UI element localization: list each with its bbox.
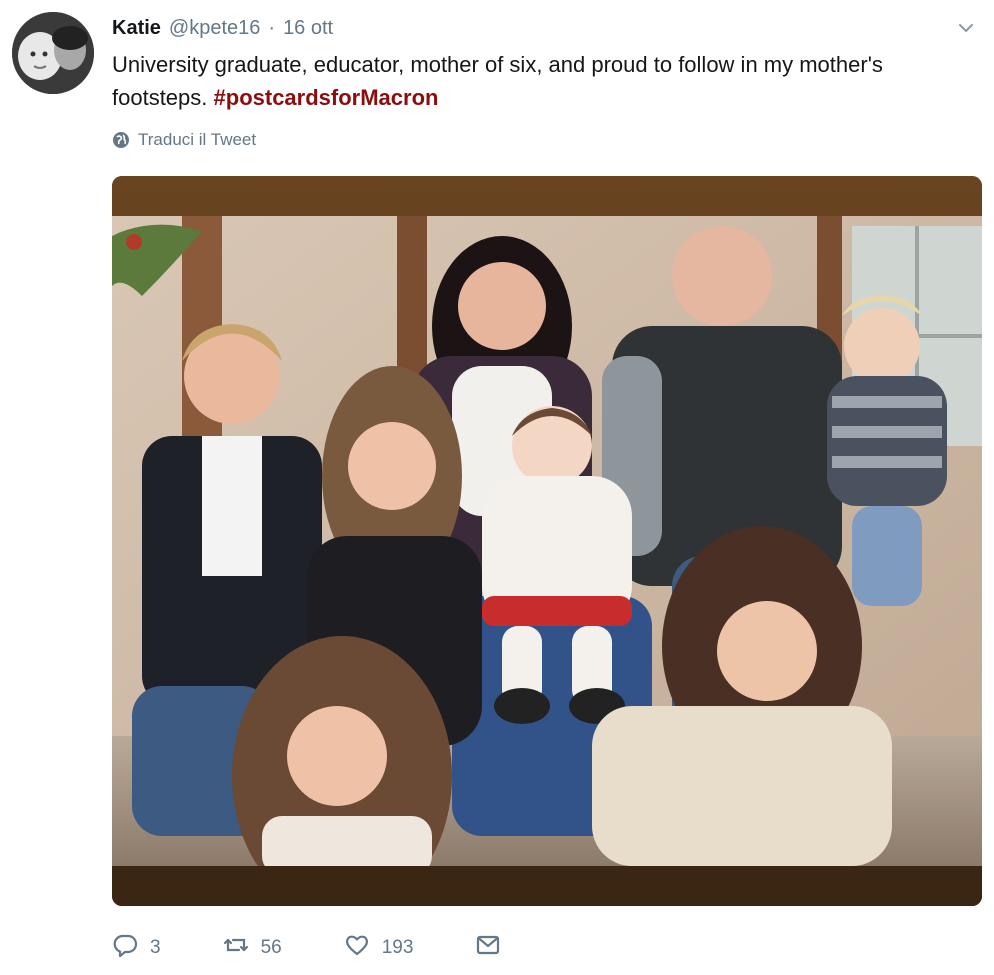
like-button[interactable]: 193	[344, 932, 414, 964]
author-name[interactable]: Katie	[112, 17, 161, 40]
tweet-header: Katie @kpete16 · 16 ott	[112, 14, 974, 42]
reply-count: 3	[150, 937, 161, 958]
retweet-icon	[223, 932, 249, 964]
author-handle[interactable]: @kpete16	[169, 17, 260, 40]
envelope-icon	[475, 932, 501, 964]
chevron-down-icon[interactable]	[956, 18, 976, 38]
separator: ·	[268, 16, 276, 39]
reply-icon	[112, 932, 138, 964]
translate-label: Traduci il Tweet	[138, 130, 257, 149]
avatar[interactable]	[12, 12, 94, 94]
heart-icon	[344, 932, 370, 964]
tweet-actions: 3 56 193	[112, 928, 563, 968]
reply-button[interactable]: 3	[112, 932, 161, 964]
like-count: 193	[381, 937, 414, 958]
globe-icon	[112, 131, 130, 149]
dm-button[interactable]	[475, 932, 501, 964]
tweet-photo[interactable]	[112, 176, 982, 906]
hashtag-link[interactable]: #postcardsforMacron	[214, 85, 439, 110]
retweet-count: 56	[260, 937, 282, 958]
retweet-button[interactable]: 56	[223, 932, 282, 964]
tweet-text: University graduate, educator, mother of…	[112, 48, 972, 114]
translate-tweet[interactable]: Traduci il Tweet	[112, 130, 256, 150]
tweet-date[interactable]: 16 ott	[283, 17, 333, 40]
